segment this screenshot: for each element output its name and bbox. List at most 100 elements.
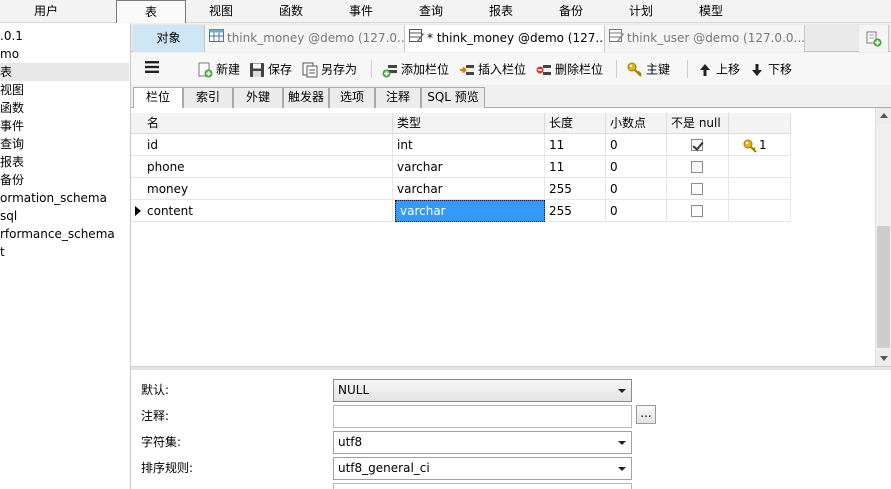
tree-item-connection[interactable]: .0.1 xyxy=(0,27,23,45)
field-properties-panel: 默认: NULL 注释: ... 字符集: utf8 排序规则: utf8_ge… xyxy=(131,370,891,489)
table-row[interactable]: phone varchar 11 0 xyxy=(131,156,791,178)
scrollbar-thumb[interactable] xyxy=(877,226,890,348)
column-header-length[interactable]: 长度 xyxy=(545,113,606,134)
collation-select[interactable]: utf8_general_ci xyxy=(333,457,632,480)
field-name-cell[interactable]: money xyxy=(143,178,393,200)
comment-input[interactable] xyxy=(333,405,632,428)
menu-views[interactable]: 视图 xyxy=(186,0,256,23)
tree-item-label: 备份 xyxy=(0,173,25,187)
field-name-cell[interactable]: phone xyxy=(143,156,393,178)
tab-triggers[interactable]: 触发器 xyxy=(283,87,329,108)
tree-item-test[interactable]: t xyxy=(0,243,5,261)
tab-objects[interactable]: 对象 xyxy=(133,25,205,52)
field-key-cell xyxy=(729,200,791,222)
menu-users[interactable]: 用户 xyxy=(0,0,92,23)
tab-think-user-design[interactable]: think_user @demo (127.0.0.... xyxy=(605,25,805,52)
field-decimals-cell[interactable]: 0 xyxy=(606,156,667,178)
tab-think-money-design[interactable]: * think_money @demo (127.... xyxy=(405,25,605,52)
column-header-name[interactable]: 名 xyxy=(143,113,393,134)
primary-key-button[interactable]: 主键 xyxy=(627,59,670,79)
tree-item-database-demo[interactable]: mo xyxy=(0,45,19,63)
tab-objects-label: 对象 xyxy=(156,31,181,45)
field-length-cell[interactable]: 255 xyxy=(545,178,606,200)
column-header-type[interactable]: 类型 xyxy=(393,113,545,134)
field-length-cell[interactable]: 255 xyxy=(545,200,606,222)
tab-think-money-saved[interactable]: think_money @demo (127.0.... xyxy=(205,25,405,52)
move-up-label: 上移 xyxy=(716,62,741,77)
table-icon xyxy=(209,25,224,52)
field-type-cell[interactable]: varchar xyxy=(393,156,545,178)
menu-model[interactable]: 模型 xyxy=(676,0,746,23)
comment-edit-button[interactable]: ... xyxy=(636,405,656,424)
menu-functions[interactable]: 函数 xyxy=(256,0,326,23)
tab-comment[interactable]: 注释 xyxy=(375,87,421,108)
delete-field-button[interactable]: 删除栏位 xyxy=(536,59,603,79)
field-type-cell[interactable]: varchar xyxy=(393,178,545,200)
table-design-toolbar: 新建 保存 另存为 添加栏位 插入栏位 删除栏位 主键 上移 下移 xyxy=(131,53,891,85)
scroll-up-button[interactable] xyxy=(876,108,891,124)
table-row[interactable]: content varchar 255 0 xyxy=(131,200,791,222)
default-select[interactable]: NULL xyxy=(333,379,632,402)
main-menubar: 用户 表 视图 函数 事件 查询 报表 备份 计划 模型 xyxy=(0,0,891,23)
tree-item-tables[interactable]: 表 xyxy=(0,63,129,81)
new-button[interactable]: 新建 xyxy=(197,59,240,79)
menu-backup[interactable]: 备份 xyxy=(536,0,606,23)
menu-tables[interactable]: 表 xyxy=(116,0,186,23)
table-row[interactable]: money varchar 255 0 xyxy=(131,178,791,200)
insert-field-button[interactable]: 插入栏位 xyxy=(459,59,526,79)
tree-item-reports[interactable]: 报表 xyxy=(0,153,24,171)
add-field-button[interactable]: 添加栏位 xyxy=(382,59,449,79)
tab-fields[interactable]: 栏位 xyxy=(133,87,183,109)
menu-queries[interactable]: 查询 xyxy=(396,0,466,23)
tree-item-views[interactable]: 视图 xyxy=(0,81,24,99)
scroll-down-button[interactable] xyxy=(876,350,891,366)
field-decimals-cell[interactable]: 0 xyxy=(606,178,667,200)
toolbar-separator xyxy=(371,60,372,78)
chevron-up-icon xyxy=(880,113,888,118)
menu-reports[interactable]: 报表 xyxy=(466,0,536,23)
tab-foreign-keys[interactable]: 外键 xyxy=(233,87,283,108)
tree-item-events[interactable]: 事件 xyxy=(0,117,24,135)
tree-item-backups[interactable]: 备份 xyxy=(0,171,24,189)
grid-scrollbar[interactable] xyxy=(875,108,891,366)
field-length-cell[interactable]: 11 xyxy=(545,134,606,156)
field-decimals-cell[interactable]: 0 xyxy=(606,134,667,156)
menu-events[interactable]: 事件 xyxy=(326,0,396,23)
not-null-checkbox[interactable] xyxy=(691,139,703,151)
field-not-null-cell xyxy=(667,156,729,178)
move-down-button[interactable]: 下移 xyxy=(749,59,792,79)
not-null-checkbox[interactable] xyxy=(691,161,703,173)
menu-hamburger-button[interactable] xyxy=(145,59,159,79)
menu-schedule[interactable]: 计划 xyxy=(606,0,676,23)
tab-label: think_money @demo (127.0.... xyxy=(227,31,405,45)
move-up-button[interactable]: 上移 xyxy=(697,59,740,79)
field-type-cell-editing[interactable]: varchar xyxy=(395,200,545,222)
field-length-cell[interactable]: 11 xyxy=(545,156,606,178)
tab-options[interactable]: 选项 xyxy=(329,87,375,108)
charset-select[interactable]: utf8 xyxy=(333,431,632,454)
not-null-checkbox[interactable] xyxy=(691,183,703,195)
tab-new-query-button[interactable] xyxy=(859,25,889,52)
table-row[interactable]: id int 11 0 1 xyxy=(131,134,791,156)
save-button[interactable]: 保存 xyxy=(249,59,292,79)
column-header-not-null[interactable]: 不是 null xyxy=(667,113,729,134)
tab-indexes[interactable]: 索引 xyxy=(183,87,233,108)
not-null-checkbox[interactable] xyxy=(691,205,703,217)
tree-item-mysql[interactable]: sql xyxy=(0,207,17,225)
tree-item-queries[interactable]: 查询 xyxy=(0,135,24,153)
tree-item-information-schema[interactable]: ormation_schema xyxy=(0,189,107,207)
next-property-field[interactable] xyxy=(333,483,632,489)
add-field-icon xyxy=(382,62,398,78)
connection-tree[interactable]: .0.1 mo 表 视图 函数 事件 查询 报表 备份 ormation_sch… xyxy=(0,23,131,489)
tree-item-functions[interactable]: 函数 xyxy=(0,99,24,117)
field-name-cell[interactable]: content xyxy=(143,200,393,222)
tab-label: think_user @demo (127.0.0.... xyxy=(627,31,805,45)
collation-label: 排序规则: xyxy=(141,461,194,475)
tab-sql-preview[interactable]: SQL 预览 xyxy=(421,87,485,108)
tree-item-performance-schema[interactable]: rformance_schema xyxy=(0,225,115,243)
field-name-cell[interactable]: id xyxy=(143,134,393,156)
field-type-cell[interactable]: int xyxy=(393,134,545,156)
save-as-button[interactable]: 另存为 xyxy=(302,59,357,79)
column-header-decimals[interactable]: 小数点 xyxy=(606,113,667,134)
field-decimals-cell[interactable]: 0 xyxy=(606,200,667,222)
